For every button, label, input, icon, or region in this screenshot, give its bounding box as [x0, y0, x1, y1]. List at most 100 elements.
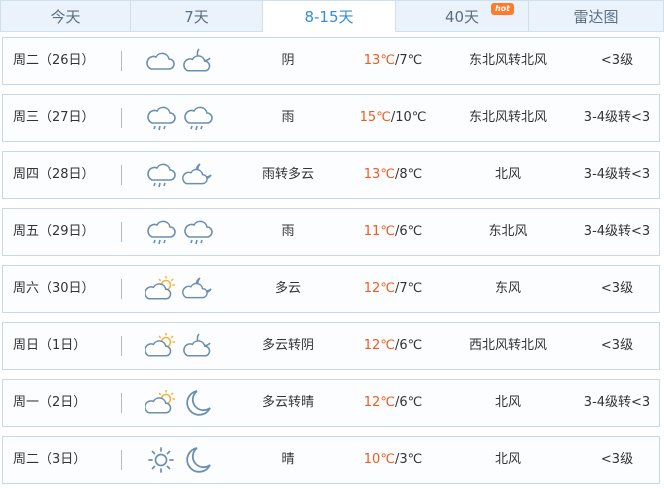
- weather-condition: 晴: [281, 452, 295, 467]
- weather-condition: 阴: [281, 53, 295, 68]
- day-label: 周四（28日）: [13, 167, 95, 182]
- day-label: 周二（3日）: [13, 452, 87, 467]
- high-temp: 15℃: [359, 110, 391, 125]
- low-temp: /6℃: [394, 338, 423, 353]
- temperature: 10℃/3℃: [348, 437, 438, 483]
- day-label: 周日（1日）: [13, 338, 87, 353]
- low-temp: /6℃: [394, 224, 423, 239]
- tab-radar[interactable]: 雷达图: [529, 0, 664, 32]
- tab-8-15-day[interactable]: 8-15天: [263, 0, 396, 32]
- sunny-icon: [145, 444, 177, 476]
- cloudy-icon: [145, 45, 177, 77]
- weather-condition: 多云转晴: [261, 395, 314, 410]
- high-temp: 13℃: [363, 53, 395, 68]
- low-temp: /10℃: [390, 110, 427, 125]
- high-temp: 13℃: [363, 167, 395, 182]
- forecast-row: 周二（26日） 阴 13℃/7℃ 东北风转北风 <3级: [2, 37, 660, 85]
- wind-level: 3-4级转<3: [583, 167, 651, 182]
- wind-direction: 东风: [494, 281, 521, 296]
- temperature: 13℃/7℃: [348, 38, 438, 84]
- wind-level: <3级: [600, 281, 634, 296]
- wind-level: <3级: [600, 53, 634, 68]
- forecast-row: 周三（27日） 雨 15℃/10℃ 东北风转北风 3-4级转<3: [2, 94, 660, 142]
- tab-label: 7天: [184, 8, 209, 26]
- divider: [121, 51, 122, 71]
- partly-cloudy-night-icon: [182, 159, 214, 191]
- day-label: 周五（29日）: [13, 224, 95, 239]
- divider: [121, 108, 122, 128]
- tab-label: 雷达图: [573, 8, 619, 26]
- divider: [121, 450, 122, 470]
- high-temp: 12℃: [363, 338, 395, 353]
- rain-icon: [145, 159, 177, 191]
- temperature: 15℃/10℃: [348, 95, 438, 141]
- weather-condition: 雨转多云: [261, 167, 314, 182]
- rain-icon: [145, 216, 177, 248]
- weather-condition: 多云: [274, 281, 301, 296]
- weather-condition: 雨: [281, 224, 295, 239]
- rain-icon: [182, 216, 214, 248]
- wind-level: <3级: [600, 338, 634, 353]
- forecast-row: 周二（3日） 晴 10℃/3℃ 北风 <3级: [2, 436, 660, 484]
- wind-direction: 西北风转北风: [468, 338, 547, 353]
- clear-night-icon: [182, 387, 214, 419]
- temperature: 13℃/8℃: [348, 152, 438, 198]
- temperature: 12℃/6℃: [348, 380, 438, 426]
- clear-night-icon: [182, 444, 214, 476]
- wind-level: 3-4级转<3: [583, 395, 651, 410]
- tab-label: 今天: [50, 8, 81, 26]
- low-temp: /6℃: [394, 395, 423, 410]
- cloudy-night-icon: [182, 45, 214, 77]
- wind-direction: 东北风: [488, 224, 528, 239]
- divider: [121, 393, 122, 413]
- weather-condition: 雨: [281, 110, 295, 125]
- divider: [121, 165, 122, 185]
- day-label: 周六（30日）: [13, 281, 95, 296]
- tab-label: 8-15天: [304, 8, 354, 26]
- day-label: 周一（2日）: [13, 395, 87, 410]
- tab-7-day[interactable]: 7天: [131, 0, 263, 32]
- temperature: 12℃/7℃: [348, 266, 438, 312]
- wind-direction: 北风: [494, 452, 521, 467]
- forecast-row: 周四（28日） 雨转多云 13℃/8℃ 北风 3-4级转<3: [2, 151, 660, 199]
- low-temp: /7℃: [394, 281, 423, 296]
- low-temp: /7℃: [394, 53, 423, 68]
- divider: [121, 222, 122, 242]
- day-label: 周三（27日）: [13, 110, 95, 125]
- temperature: 11℃/6℃: [348, 209, 438, 255]
- day-label: 周二（26日）: [13, 53, 95, 68]
- tab-label: 40天: [444, 8, 480, 26]
- partly-cloudy-icon: [144, 387, 177, 419]
- temperature: 12℃/6℃: [348, 323, 438, 369]
- tab-today[interactable]: 今天: [0, 0, 131, 32]
- forecast-row: 周日（1日） 多云转阴 12℃/6℃ 西北风转北风 <3级: [2, 322, 660, 370]
- low-temp: /8℃: [394, 167, 423, 182]
- wind-direction: 东北风转北风: [468, 53, 547, 68]
- rain-icon: [145, 102, 177, 134]
- high-temp: 12℃: [363, 395, 395, 410]
- high-temp: 11℃: [363, 224, 395, 239]
- forecast-tabs: 今天 7天 8-15天 40天 hot 雷达图: [0, 0, 664, 33]
- high-temp: 12℃: [363, 281, 395, 296]
- high-temp: 10℃: [363, 452, 395, 467]
- partly-cloudy-icon: [144, 273, 177, 305]
- partly-cloudy-icon: [144, 330, 177, 362]
- forecast-row: 周六（30日） 多云 12℃/7℃ 东风 <3级: [2, 265, 660, 313]
- wind-level: 3-4级转<3: [583, 110, 651, 125]
- weather-condition: 多云转阴: [261, 338, 314, 353]
- wind-level: 3-4级转<3: [583, 224, 651, 239]
- tab-40-day[interactable]: 40天 hot: [396, 0, 529, 32]
- partly-cloudy-night-icon: [182, 273, 214, 305]
- hot-badge: hot: [490, 3, 514, 15]
- rain-icon: [182, 102, 214, 134]
- wind-direction: 北风: [494, 395, 521, 410]
- divider: [121, 336, 122, 356]
- forecast-row: 周五（29日） 雨 11℃/6℃ 东北风 3-4级转<3: [2, 208, 660, 256]
- wind-direction: 东北风转北风: [468, 110, 547, 125]
- low-temp: /3℃: [394, 452, 423, 467]
- cloudy-night-icon: [182, 330, 214, 362]
- wind-level: <3级: [600, 452, 634, 467]
- forecast-row: 周一（2日） 多云转晴 12℃/6℃ 北风 3-4级转<3: [2, 379, 660, 427]
- divider: [121, 279, 122, 299]
- wind-direction: 北风: [494, 167, 521, 182]
